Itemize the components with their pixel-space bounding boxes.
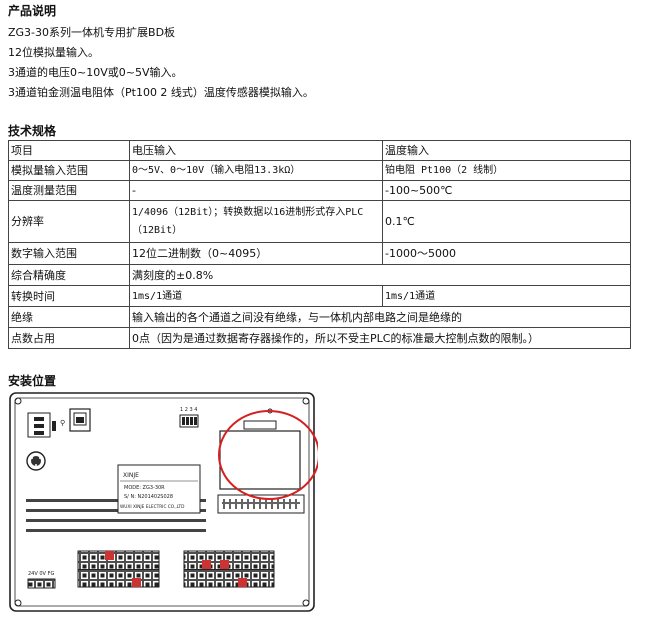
spec-table: 项目 电压输入 温度输入 模拟量输入范围 0～5V、0～10V（输入电阻13.3… (8, 140, 631, 349)
cell-label: 综合精确度 (8, 264, 130, 286)
dip-switch: 1 2 3 4 (179, 407, 199, 428)
cell-span: 满刻度的±0.8% (129, 264, 631, 286)
table-row: 转换时间 1ms/1通道 1ms/1通道 (8, 285, 631, 307)
table-row: 模拟量输入范围 0～5V、0～10V（输入电阻13.3kΩ） 铂电阻 Pt100… (8, 160, 631, 181)
switch-numbers: 1 2 3 4 (180, 407, 198, 413)
power-terminal: 24V 0V FG (27, 571, 56, 589)
cell-label: 转换时间 (8, 285, 130, 307)
table-row: 项目 电压输入 温度输入 (8, 140, 631, 161)
product-label: XINJE MODE: ZG3-30R S/ N: N201402S028 WU… (117, 464, 201, 514)
cell-temperature: 1ms/1通道 (382, 285, 631, 307)
product-line: 3通道铂金测温电阻体（Pt100 2 线式）温度传感器模拟输入。 (8, 86, 314, 99)
cell-temperature: 温度输入 (382, 140, 631, 161)
cell-temperature: -100~500℃ (382, 180, 631, 201)
cell-temperature: 0.1℃ (382, 200, 631, 243)
label-model: MODE: ZG3-30R (124, 485, 165, 491)
cell-voltage: - (129, 180, 383, 201)
board-diagram: ⚲ 1 2 3 4 XINJE MODE: ZG3-30R S/ N: N201… (8, 391, 320, 615)
cell-label: 分辨率 (8, 200, 130, 243)
usb-icon: ⚲ (60, 419, 65, 427)
din-port (26, 451, 46, 471)
cell-voltage: 12位二进制数（0~4095） (129, 242, 383, 265)
cell-temperature: 铂电阻 Pt100（2 线制） (382, 160, 631, 181)
cell-voltage: 1ms/1通道 (129, 285, 383, 307)
table-row: 点数占用 0点（因为是通过数据寄存器操作的，所以不受主PLC的标准最大控制点数的… (8, 327, 631, 349)
terminal-block-right (183, 550, 275, 588)
install-heading: 安装位置 (8, 374, 57, 388)
label-serial: S/ N: N201402S028 (124, 494, 173, 500)
table-row: 分辨率 1/4096（12Bit）；转换数据以16进制形式存入PLC（12Bit… (8, 200, 631, 243)
usb-port (69, 408, 91, 432)
table-row: 温度测量范围 - -100~500℃ (8, 180, 631, 201)
cell-voltage: 电压输入 (129, 140, 383, 161)
cell-label: 温度测量范围 (8, 180, 130, 201)
product-line: ZG3-30系列一体机专用扩展BD板 (8, 26, 176, 39)
cell-label: 点数占用 (8, 327, 130, 349)
product-line: 3通道的电压0~10V或0~5V输入。 (8, 66, 183, 79)
product-line: 12位模拟量输入。 (8, 46, 99, 59)
label-company: WUXI XINJE ELECTRIC CO.,LTD (120, 504, 185, 510)
cell-span: 输入输出的各个通道之间没有绝缘，与一体机内部电路之间是绝缘的 (129, 306, 631, 328)
cell-temperature: -1000～5000 (382, 242, 631, 265)
product-heading: 产品说明 (8, 4, 57, 18)
cell-voltage: 0～5V、0～10V（输入电阻13.3kΩ） (129, 160, 383, 181)
cell-label: 数字输入范围 (8, 242, 130, 265)
cell-label: 绝缘 (8, 306, 130, 328)
table-row: 绝缘 输入输出的各个通道之间没有绝缘，与一体机内部电路之间是绝缘的 (8, 306, 631, 328)
cell-label: 模拟量输入范围 (8, 160, 130, 181)
spec-heading: 技术规格 (8, 124, 57, 138)
table-row: 综合精确度 满刻度的±0.8% (8, 264, 631, 286)
label-brand: XINJE (123, 472, 139, 479)
cell-span: 0点（因为是通过数据寄存器操作的，所以不受主PLC的标准最大控制点数的限制。） (129, 327, 631, 349)
power-label: 24V 0V FG (28, 571, 54, 577)
table-row: 数字输入范围 12位二进制数（0~4095） -1000～5000 (8, 242, 631, 265)
terminal-block-left (77, 550, 160, 588)
cell-label: 项目 (8, 140, 130, 161)
cell-voltage: 1/4096（12Bit）；转换数据以16进制形式存入PLC（12Bit） (129, 200, 383, 243)
board-svg: ⚲ 1 2 3 4 XINJE MODE: ZG3-30R S/ N: N201… (9, 392, 320, 612)
